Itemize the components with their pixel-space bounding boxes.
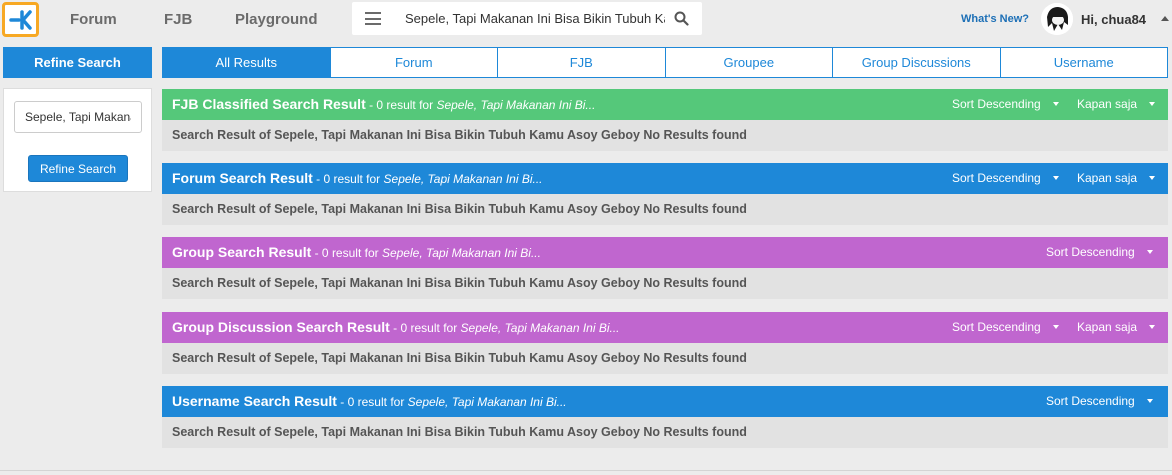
sort-dropdown[interactable]: Sort Descending (1046, 245, 1153, 259)
section-count: - 0 result for (311, 246, 382, 260)
forum-search-section: Forum Search Result - 0 result for Sepel… (162, 163, 1168, 225)
kaskus-logo-icon[interactable] (2, 2, 39, 37)
section-header: Forum Search Result - 0 result for Sepel… (162, 163, 1168, 194)
user-greeting[interactable]: Hi, chua84 (1081, 12, 1146, 27)
refine-search-input[interactable] (14, 101, 142, 133)
sort-label: Sort Descending (1046, 394, 1135, 408)
no-results-text: Search Result of Sepele, Tapi Makanan In… (172, 276, 747, 290)
time-label: Kapan saja (1077, 97, 1138, 111)
section-query: Sepele, Tapi Makanan Ini Bi... (460, 321, 620, 335)
whats-new-link[interactable]: What's New? (961, 13, 1029, 25)
section-count: - 0 result for (312, 172, 384, 186)
fjb-classified-section: FJB Classified Search Result - 0 result … (162, 89, 1168, 151)
time-dropdown[interactable]: Kapan saja (1077, 320, 1156, 334)
time-label: Kapan saja (1077, 320, 1138, 334)
tab-groupee[interactable]: Groupee (664, 48, 833, 77)
search-icon[interactable] (674, 11, 689, 26)
chevron-up-icon[interactable] (1160, 15, 1170, 22)
section-header: Group Discussion Search Result - 0 resul… (162, 312, 1168, 343)
section-query: Sepele, Tapi Makanan Ini Bi... (436, 98, 596, 112)
sort-label: Sort Descending (952, 171, 1041, 185)
time-label: Kapan saja (1077, 171, 1138, 185)
caret-down-icon (1149, 102, 1156, 106)
section-title: Forum Search Result - 0 result for Sepel… (172, 170, 543, 186)
section-query: Sepele, Tapi Makanan Ini Bi... (407, 395, 567, 409)
footer-divider (0, 470, 1172, 471)
section-query: Sepele, Tapi Makanan Ini Bi... (383, 172, 543, 186)
sort-dropdown[interactable]: Sort Descending (952, 171, 1059, 185)
tab-all-results[interactable]: All Results (163, 48, 330, 77)
sort-dropdown[interactable]: Sort Descending (952, 320, 1059, 334)
group-discussion-section: Group Discussion Search Result - 0 resul… (162, 312, 1168, 374)
sort-label: Sort Descending (1046, 245, 1135, 259)
sort-label: Sort Descending (952, 97, 1041, 111)
tab-username[interactable]: Username (999, 48, 1168, 77)
sort-label: Sort Descending (952, 320, 1041, 334)
refine-search-button[interactable]: Refine Search (28, 155, 128, 182)
section-header: Group Search Result - 0 result for Sepel… (162, 237, 1168, 268)
section-title-text: Forum Search Result (172, 170, 313, 186)
section-header: FJB Classified Search Result - 0 result … (162, 89, 1168, 120)
section-body: Search Result of Sepele, Tapi Makanan In… (162, 417, 1168, 448)
section-title: Username Search Result - 0 result for Se… (172, 393, 567, 409)
section-title: Group Discussion Search Result - 0 resul… (172, 319, 620, 335)
time-dropdown[interactable]: Kapan saja (1077, 97, 1156, 111)
sort-dropdown[interactable]: Sort Descending (1046, 394, 1153, 408)
hamburger-menu-icon[interactable] (365, 12, 381, 25)
tab-group-discussions[interactable]: Group Discussions (832, 48, 1000, 77)
no-results-text: Search Result of Sepele, Tapi Makanan In… (172, 351, 747, 365)
section-count: - 0 result for (336, 395, 408, 409)
username-search-section: Username Search Result - 0 result for Se… (162, 386, 1168, 448)
section-body: Search Result of Sepele, Tapi Makanan In… (162, 268, 1168, 299)
caret-down-icon (1052, 102, 1059, 106)
section-body: Search Result of Sepele, Tapi Makanan In… (162, 194, 1168, 225)
section-count: - 0 result for (365, 98, 437, 112)
section-body: Search Result of Sepele, Tapi Makanan In… (162, 343, 1168, 374)
time-dropdown[interactable]: Kapan saja (1077, 171, 1156, 185)
top-navbar: Forum FJB Playground Sepele, Tapi Makana… (0, 0, 1172, 40)
section-title-text: FJB Classified Search Result (172, 96, 366, 112)
section-body: Search Result of Sepele, Tapi Makanan In… (162, 120, 1168, 151)
avatar[interactable] (1041, 3, 1073, 35)
no-results-text: Search Result of Sepele, Tapi Makanan In… (172, 202, 747, 216)
sort-dropdown[interactable]: Sort Descending (952, 97, 1059, 111)
tab-forum[interactable]: Forum (329, 48, 498, 77)
group-search-section: Group Search Result - 0 result for Sepel… (162, 237, 1168, 299)
caret-down-icon (1146, 250, 1153, 254)
caret-down-icon (1149, 176, 1156, 180)
section-count: - 0 result for (389, 321, 461, 335)
caret-down-icon (1149, 325, 1156, 329)
caret-down-icon (1146, 399, 1153, 403)
refine-search-header: Refine Search (3, 47, 152, 78)
section-title-text: Group Search Result (172, 244, 312, 260)
section-title: FJB Classified Search Result - 0 result … (172, 96, 595, 112)
refine-search-panel: Refine Search (3, 88, 152, 192)
search-bar: Sepele, Tapi Makanan Ini Bisa Bikin Tubu… (352, 2, 702, 35)
tab-fjb[interactable]: FJB (497, 48, 665, 77)
caret-down-icon (1052, 325, 1059, 329)
no-results-text: Search Result of Sepele, Tapi Makanan In… (172, 128, 747, 142)
section-title-text: Username Search Result (172, 393, 337, 409)
section-title-text: Group Discussion Search Result (172, 319, 390, 335)
search-input[interactable]: Sepele, Tapi Makanan Ini Bisa Bikin Tubu… (405, 11, 665, 26)
section-query: Sepele, Tapi Makanan Ini Bi... (381, 246, 541, 260)
section-header: Username Search Result - 0 result for Se… (162, 386, 1168, 417)
nav-forum-link[interactable]: Forum (70, 11, 117, 28)
caret-down-icon (1052, 176, 1059, 180)
nav-playground-link[interactable]: Playground (235, 11, 318, 28)
result-tabs: All Results Forum FJB Groupee Group Disc… (162, 47, 1168, 78)
section-title: Group Search Result - 0 result for Sepel… (172, 244, 541, 260)
nav-fjb-link[interactable]: FJB (164, 11, 192, 28)
no-results-text: Search Result of Sepele, Tapi Makanan In… (172, 425, 747, 439)
